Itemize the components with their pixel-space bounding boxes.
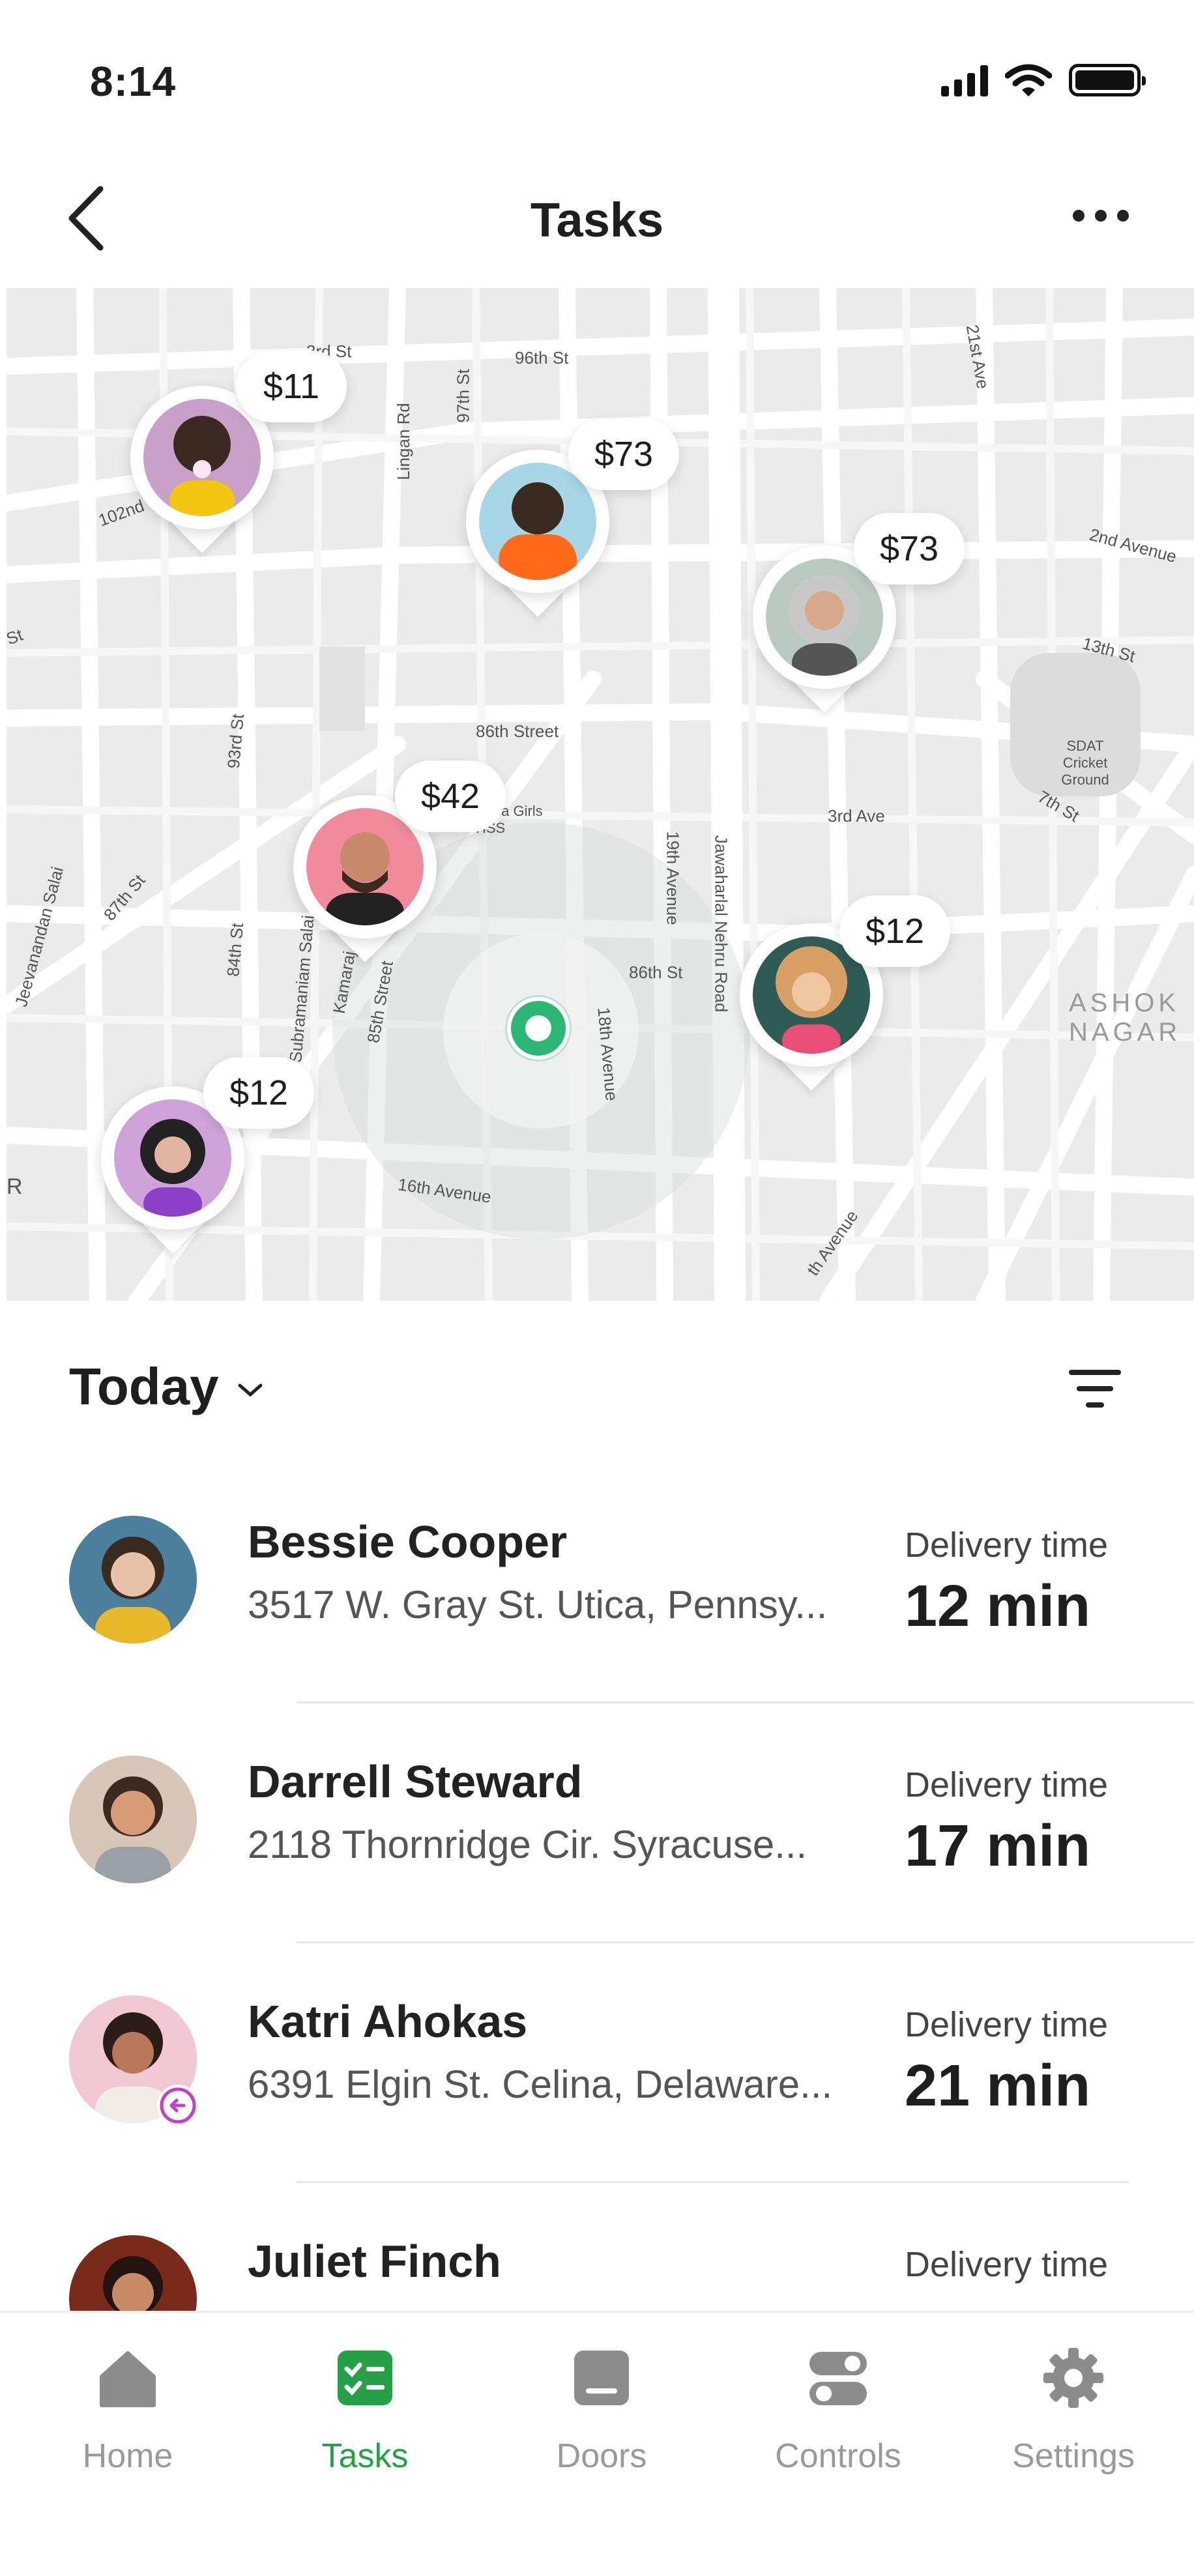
tab-settings[interactable]: Settings — [976, 2313, 1171, 2508]
avatar — [69, 1516, 197, 1643]
avatar — [479, 463, 596, 580]
tab-label: Settings — [1012, 2437, 1135, 2475]
map-label: Jawaharlal Nehru Road — [711, 835, 731, 1013]
map-label: ASHOK NAGAR — [1069, 989, 1182, 1047]
delivery-time-label: Delivery time — [905, 1526, 1109, 1565]
tab-home[interactable]: Home — [30, 2313, 226, 2508]
task-row[interactable]: Juliet Finch Delivery time — [0, 2183, 1194, 2311]
home-icon — [100, 2351, 156, 2407]
price-tag[interactable]: $12 — [203, 1057, 314, 1129]
avatar — [69, 2235, 197, 2311]
map-label: 3rd Ave — [828, 806, 885, 826]
current-location-marker — [507, 997, 570, 1060]
tab-bar: Home Tasks Doors Controls Settings — [0, 2311, 1194, 2576]
tab-label: Doors — [556, 2437, 647, 2475]
customer-name: Katri Ahokas — [248, 1996, 528, 2047]
price-tag[interactable]: $11 — [236, 351, 347, 422]
battery-icon — [1069, 64, 1146, 96]
task-row[interactable]: Bessie Cooper 3517 W. Gray St. Utica, Pe… — [0, 1464, 1194, 1703]
return-icon — [157, 2085, 199, 2126]
avatar — [306, 808, 424, 925]
status-bar: 8:14 — [0, 0, 1194, 150]
price-tag[interactable]: $42 — [395, 760, 506, 832]
tab-controls[interactable]: Controls — [740, 2313, 936, 2508]
delivery-time-value: 21 min — [905, 2053, 1091, 2119]
filter-icon[interactable] — [1068, 1366, 1122, 1411]
tab-label: Home — [82, 2437, 173, 2475]
customer-name: Darrell Steward — [248, 1756, 583, 1807]
customer-address: 6391 Elgin St. Celina, Delaware... — [248, 2062, 833, 2106]
tab-label: Controls — [775, 2437, 901, 2475]
tab-label: Tasks — [321, 2437, 409, 2475]
tab-tasks[interactable]: Tasks — [267, 2313, 463, 2508]
map-label: 96th St — [515, 348, 569, 368]
avatar — [766, 558, 883, 676]
page-title: Tasks — [530, 193, 664, 247]
date-selector[interactable]: Today — [69, 1357, 265, 1417]
customer-address: 3517 W. Gray St. Utica, Pennsy... — [248, 1583, 828, 1627]
price-tag[interactable]: $73 — [854, 513, 965, 585]
map-label: 97th St — [453, 369, 473, 423]
tab-doors[interactable]: Doors — [504, 2313, 699, 2508]
tasks-icon — [338, 2351, 392, 2405]
avatar — [69, 1756, 197, 1883]
doors-icon — [574, 2351, 629, 2405]
app-header: Tasks — [0, 150, 1194, 288]
chevron-down-icon — [238, 1383, 263, 1397]
status-time: 8:14 — [90, 58, 177, 105]
customer-name: Bessie Cooper — [248, 1516, 568, 1567]
map-view[interactable]: 3rd St 96th St 97th St Lingan Rd 102nd 2… — [7, 288, 1194, 1301]
task-row[interactable]: Darrell Steward 2118 Thornridge Cir. Syr… — [0, 1703, 1194, 1943]
section-title: Today — [69, 1357, 219, 1415]
map-label: Lingan Rd — [393, 403, 413, 480]
delivery-time-label: Delivery time — [905, 2005, 1109, 2044]
delivery-time-value: 12 min — [905, 1574, 1091, 1639]
price-tag[interactable]: $12 — [839, 895, 950, 967]
map-label: 86th St — [629, 962, 683, 982]
task-row[interactable]: Katri Ahokas 6391 Elgin St. Celina, Dela… — [0, 1943, 1194, 2183]
controls-icon — [809, 2352, 867, 2405]
customer-name: Juliet Finch — [248, 2236, 501, 2287]
map-label: R — [7, 1174, 23, 1199]
more-options-icon[interactable] — [1073, 210, 1129, 222]
map-label: 19th Avenue — [663, 831, 683, 925]
map-label: SDAT Cricket Ground — [1061, 738, 1109, 788]
customer-address: 2118 Thornridge Cir. Syracuse... — [248, 1823, 808, 1866]
signal-icon — [941, 64, 988, 96]
settings-icon — [1043, 2348, 1103, 2408]
price-tag[interactable]: $73 — [568, 418, 679, 490]
task-list-sheet: Today Bessie Cooper 3517 W. Gray St. Uti… — [0, 1301, 1194, 2311]
avatar — [143, 399, 261, 516]
wifi-icon — [1005, 64, 1052, 96]
status-icons — [941, 63, 1146, 98]
delivery-time-value: 17 min — [905, 1814, 1091, 1879]
delivery-time-label: Delivery time — [905, 1765, 1109, 1804]
map-label: 86th Street — [476, 721, 559, 741]
delivery-time-label: Delivery time — [905, 2245, 1109, 2284]
